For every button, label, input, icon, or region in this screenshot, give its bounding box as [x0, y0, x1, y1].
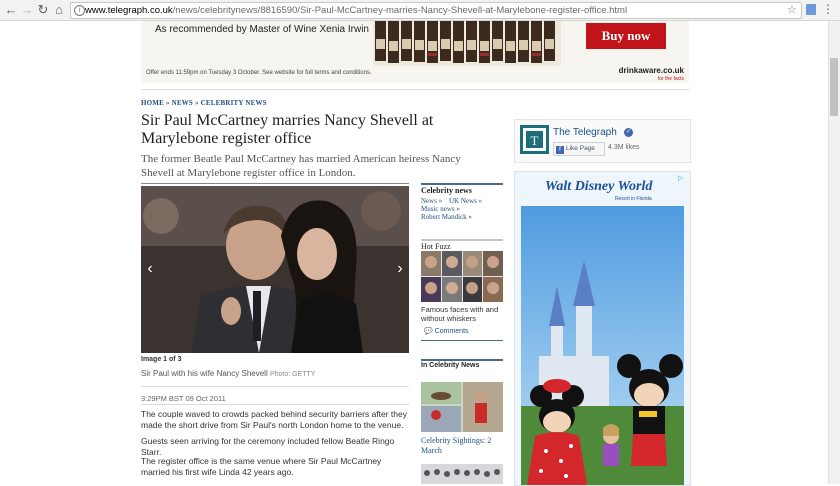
disney-resort-text: Resort in Florida	[615, 196, 652, 202]
forward-icon[interactable]: →	[20, 2, 34, 18]
divider	[141, 404, 409, 405]
telegraph-logo-icon[interactable]: T	[520, 125, 549, 154]
comment-icon: 💬	[424, 328, 433, 335]
url-path: /news/celebritynews/8816590/Sir-Paul-McC…	[172, 5, 628, 16]
divider	[141, 386, 409, 387]
telegraph-facebook-widget[interactable]: T The Telegraph ✓ f Like Page 4.3M likes	[514, 119, 691, 163]
link-music-news[interactable]: Music news »	[421, 205, 460, 213]
article-paragraph: The couple waved to crowds packed behind…	[141, 409, 407, 430]
like-page-button[interactable]: f Like Page	[553, 142, 605, 156]
reload-icon[interactable]: ↻	[36, 2, 50, 18]
url-text: www.telegraph.co.uk/news/celebritynews/8…	[85, 3, 627, 18]
article-paragraph: The register office is the same venue wh…	[141, 456, 382, 477]
drinkaware-sub: for the facts	[657, 76, 684, 82]
article-photo[interactable]	[141, 186, 409, 353]
comments-link[interactable]: 💬 Comments	[424, 327, 469, 335]
article-paragraph: Guests seen arriving for the ceremony in…	[141, 436, 395, 457]
telegraph-page-name[interactable]: The Telegraph	[553, 127, 617, 138]
comments-label: Comments	[434, 328, 469, 335]
disney-ad-image	[521, 206, 684, 485]
wine-ad-banner[interactable]: As recommended by Master of Wine Xenia I…	[141, 21, 689, 83]
divider	[141, 183, 409, 184]
caption-text: Sir Paul with his wife Nancy Shevell	[141, 369, 268, 378]
link-news[interactable]: News »	[421, 197, 442, 205]
breadcrumb-home[interactable]: HOME	[141, 99, 164, 107]
scrollbar-thumb[interactable]	[830, 58, 838, 116]
prev-image-icon[interactable]: ‹	[143, 254, 157, 284]
drinkaware-logo: drinkaware.co.uk for the facts	[611, 67, 684, 83]
disney-world-ad[interactable]: ▷ Walt Disney World Resort in Florida	[514, 171, 691, 486]
link-robert-mandick[interactable]: Robert Mandick »	[421, 213, 472, 221]
article-standfirst: The former Beatle Paul McCartney has mar…	[141, 153, 461, 179]
disney-logo: Walt Disney World	[545, 179, 653, 194]
extension-icon[interactable]	[806, 4, 816, 15]
hot-fuzz-text[interactable]: Famous faces with and without whiskers	[421, 305, 505, 323]
breadcrumb: HOME » NEWS » CELEBRITY NEWS	[141, 99, 267, 107]
ad-tagline: As recommended by Master of Wine Xenia I…	[155, 24, 369, 35]
home-icon[interactable]: ⌂	[52, 2, 66, 18]
address-bar[interactable]: i www.telegraph.co.uk/news/celebritynews…	[70, 2, 802, 19]
browser-toolbar: ← → ↻ ⌂ i www.telegraph.co.uk/news/celeb…	[0, 0, 840, 21]
menu-icon[interactable]: ⋮	[822, 1, 834, 17]
adchoices-icon[interactable]: ▷	[678, 174, 683, 182]
url-domain: www.telegraph.co.uk	[85, 5, 173, 16]
back-icon[interactable]: ←	[4, 2, 18, 18]
like-page-label: Like Page	[566, 145, 595, 152]
celebrity-news-image[interactable]	[421, 382, 503, 432]
divider	[421, 340, 503, 341]
ad-fine-print: Offer ends 11:59pm on Tuesday 3 October.…	[146, 70, 372, 76]
hot-fuzz-faces-image[interactable]	[421, 251, 503, 302]
photo-credit: Photo: GETTY	[269, 371, 316, 378]
info-icon[interactable]: i	[74, 5, 85, 16]
verified-check-icon: ✓	[624, 128, 633, 137]
link-uk-news[interactable]: UK News »	[449, 197, 482, 205]
buy-now-button[interactable]: Buy now	[586, 23, 666, 49]
breadcrumb-news[interactable]: NEWS	[172, 99, 193, 107]
celebrity-sightings-image[interactable]	[421, 464, 503, 484]
svg-text:T: T	[531, 133, 539, 148]
likes-count: 4.3M likes	[608, 144, 640, 151]
drinkaware-brand: drinkaware.co.uk	[618, 66, 684, 75]
hot-fuzz-heading[interactable]: Hot Fuzz	[421, 239, 503, 251]
facebook-icon: f	[556, 146, 564, 154]
in-celebrity-news-heading[interactable]: In Celebrity News	[421, 359, 503, 369]
wine-bottles-image	[373, 21, 561, 66]
image-count: Image 1 of 3	[141, 356, 182, 363]
photo-caption: Sir Paul with his wife Nancy Shevell Pho…	[141, 369, 315, 378]
breadcrumb-celebrity-news[interactable]: CELEBRITY NEWS	[201, 99, 267, 107]
article-timestamp: 3:29PM BST 09 Oct 2011	[141, 394, 226, 403]
celebrity-sightings-link[interactable]: Celebrity Sightings: 2 March	[421, 436, 505, 456]
celebrity-news-heading[interactable]: Celebrity news	[421, 183, 503, 195]
next-image-icon[interactable]: ›	[393, 254, 407, 284]
star-icon[interactable]: ☆	[787, 3, 797, 17]
divider	[141, 89, 689, 90]
article-headline: Sir Paul McCartney marries Nancy Shevell…	[141, 112, 434, 147]
